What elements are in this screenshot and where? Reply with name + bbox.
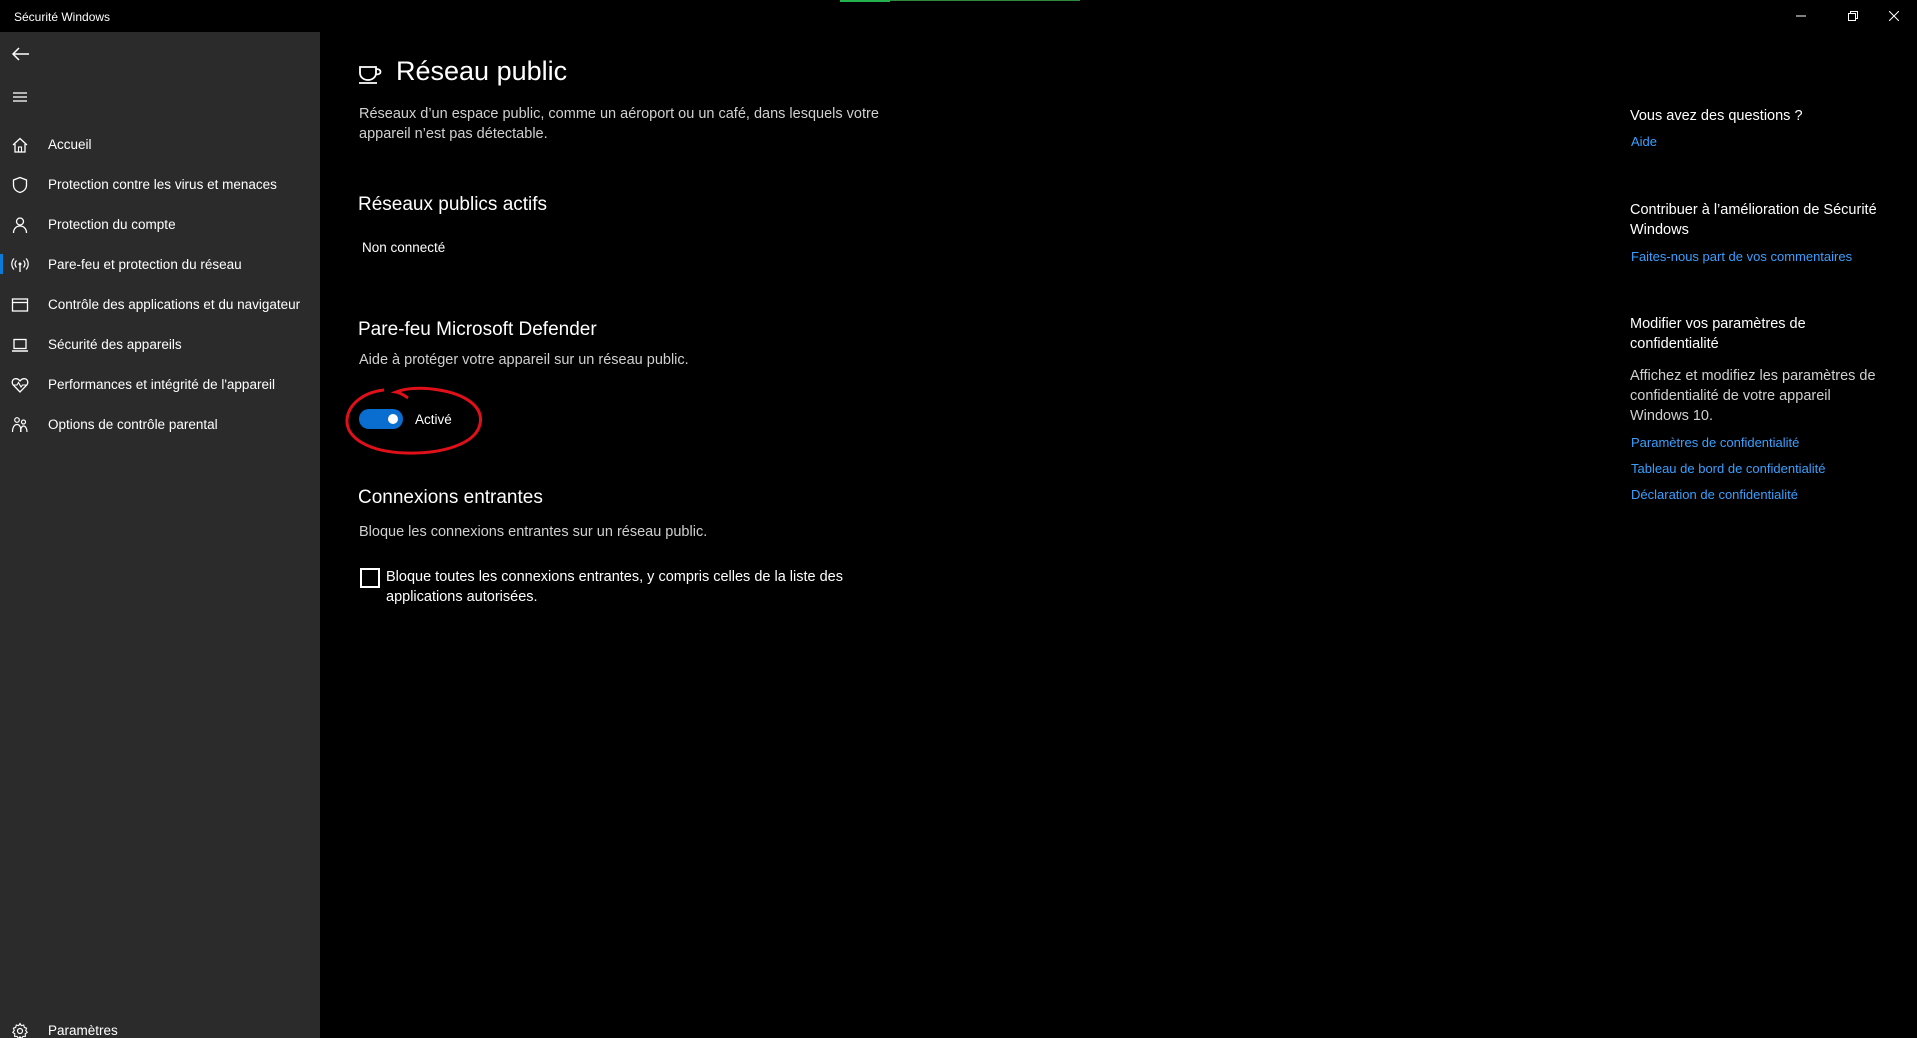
privacy-text: Affichez et modifiez les paramètres de c… [1630, 368, 1876, 424]
laptop-icon [12, 338, 28, 352]
sidebar-item-account-protection[interactable]: Protection du compte [0, 206, 320, 242]
restore-button[interactable] [1830, 0, 1876, 32]
shield-icon [12, 176, 28, 194]
help-link[interactable]: Aide [1631, 134, 1657, 149]
incoming-connections-description: Bloque les connexions entrantes sur un r… [359, 524, 708, 540]
sidebar-item-device-security[interactable]: Sécurité des appareils [0, 326, 320, 362]
close-button[interactable] [1871, 0, 1917, 32]
sidebar-item-label: Contrôle des applications et du navigate… [48, 297, 301, 312]
active-indicator [0, 254, 3, 274]
sidebar-item-label: Protection du compte [48, 217, 176, 232]
contribute-heading: Contribuer à l’amélioration de Sécurité … [1630, 202, 1877, 238]
main-content: Réseau public Réseaux d’un espace public… [320, 32, 1570, 1038]
minimize-icon [1796, 15, 1806, 17]
page-description: Réseaux d’un espace public, comme un aér… [359, 106, 879, 142]
feedback-link[interactable]: Faites-nous part de vos commentaires [1631, 249, 1852, 264]
sidebar-item-label: Sécurité des appareils [48, 337, 182, 352]
privacy-heading: Modifier vos paramètres de confidentiali… [1630, 316, 1806, 352]
privacy-statement-link[interactable]: Déclaration de confidentialité [1631, 487, 1798, 502]
firewall-description: Aide à protéger votre appareil sur un ré… [359, 352, 689, 368]
incoming-connections-heading: Connexions entrantes [358, 487, 543, 508]
sidebar-item-app-browser-control[interactable]: Contrôle des applications et du navigate… [0, 286, 320, 322]
sidebar-item-family-options[interactable]: Options de contrôle parental [0, 406, 320, 442]
heart-icon [11, 378, 29, 393]
gear-icon [12, 1022, 28, 1038]
questions-heading: Vous avez des questions ? [1630, 108, 1803, 124]
active-network-value: Non connecté [362, 240, 446, 255]
page-title: Réseau public [396, 56, 568, 86]
sidebar-item-label: Accueil [48, 137, 92, 152]
close-icon [1889, 11, 1899, 21]
sidebar-item-settings[interactable]: Paramètres [0, 1012, 320, 1038]
sidebar-item-label: Options de contrôle parental [48, 417, 218, 432]
sidebar-item-firewall[interactable]: Pare-feu et protection du réseau [0, 246, 320, 282]
back-button[interactable] [10, 42, 34, 66]
sidebar: Accueil Protection contre les virus et m… [0, 32, 320, 1038]
sidebar-item-label: Paramètres [48, 1023, 118, 1038]
title-bar: Sécurité Windows [0, 0, 1917, 32]
block-incoming-checkbox[interactable] [360, 568, 380, 588]
firewall-toggle[interactable] [359, 409, 403, 429]
sidebar-item-label: Protection contre les virus et menaces [48, 177, 277, 192]
home-icon [12, 137, 28, 153]
hamburger-menu-button[interactable] [10, 86, 34, 110]
privacy-settings-link[interactable]: Paramètres de confidentialité [1631, 435, 1799, 450]
firewall-toggle-label: Activé [415, 412, 452, 427]
family-icon [11, 417, 28, 433]
person-icon [12, 217, 28, 234]
coffee-cup-icon [359, 66, 382, 84]
block-incoming-label[interactable]: Bloque toutes les connexions entrantes, … [386, 567, 846, 607]
hamburger-icon [13, 92, 27, 102]
toggle-knob [388, 414, 398, 424]
title-accent-highlight [840, 0, 890, 2]
active-networks-heading: Réseaux publics actifs [358, 194, 548, 215]
privacy-dashboard-link[interactable]: Tableau de bord de confidentialité [1631, 461, 1825, 476]
sidebar-item-label: Pare-feu et protection du réseau [48, 257, 242, 272]
sidebar-item-virus-protection[interactable]: Protection contre les virus et menaces [0, 166, 320, 202]
sidebar-item-label: Performances et intégrité de l'appareil [48, 377, 275, 392]
browser-icon [11, 298, 29, 312]
firewall-heading: Pare-feu Microsoft Defender [358, 319, 597, 340]
sidebar-item-device-performance[interactable]: Performances et intégrité de l'appareil [0, 366, 320, 402]
sidebar-item-accueil[interactable]: Accueil [0, 126, 320, 162]
window-title: Sécurité Windows [14, 10, 111, 24]
restore-icon [1848, 11, 1858, 21]
back-arrow-icon [11, 47, 29, 61]
antenna-icon [11, 258, 29, 272]
minimize-button[interactable] [1778, 0, 1824, 32]
